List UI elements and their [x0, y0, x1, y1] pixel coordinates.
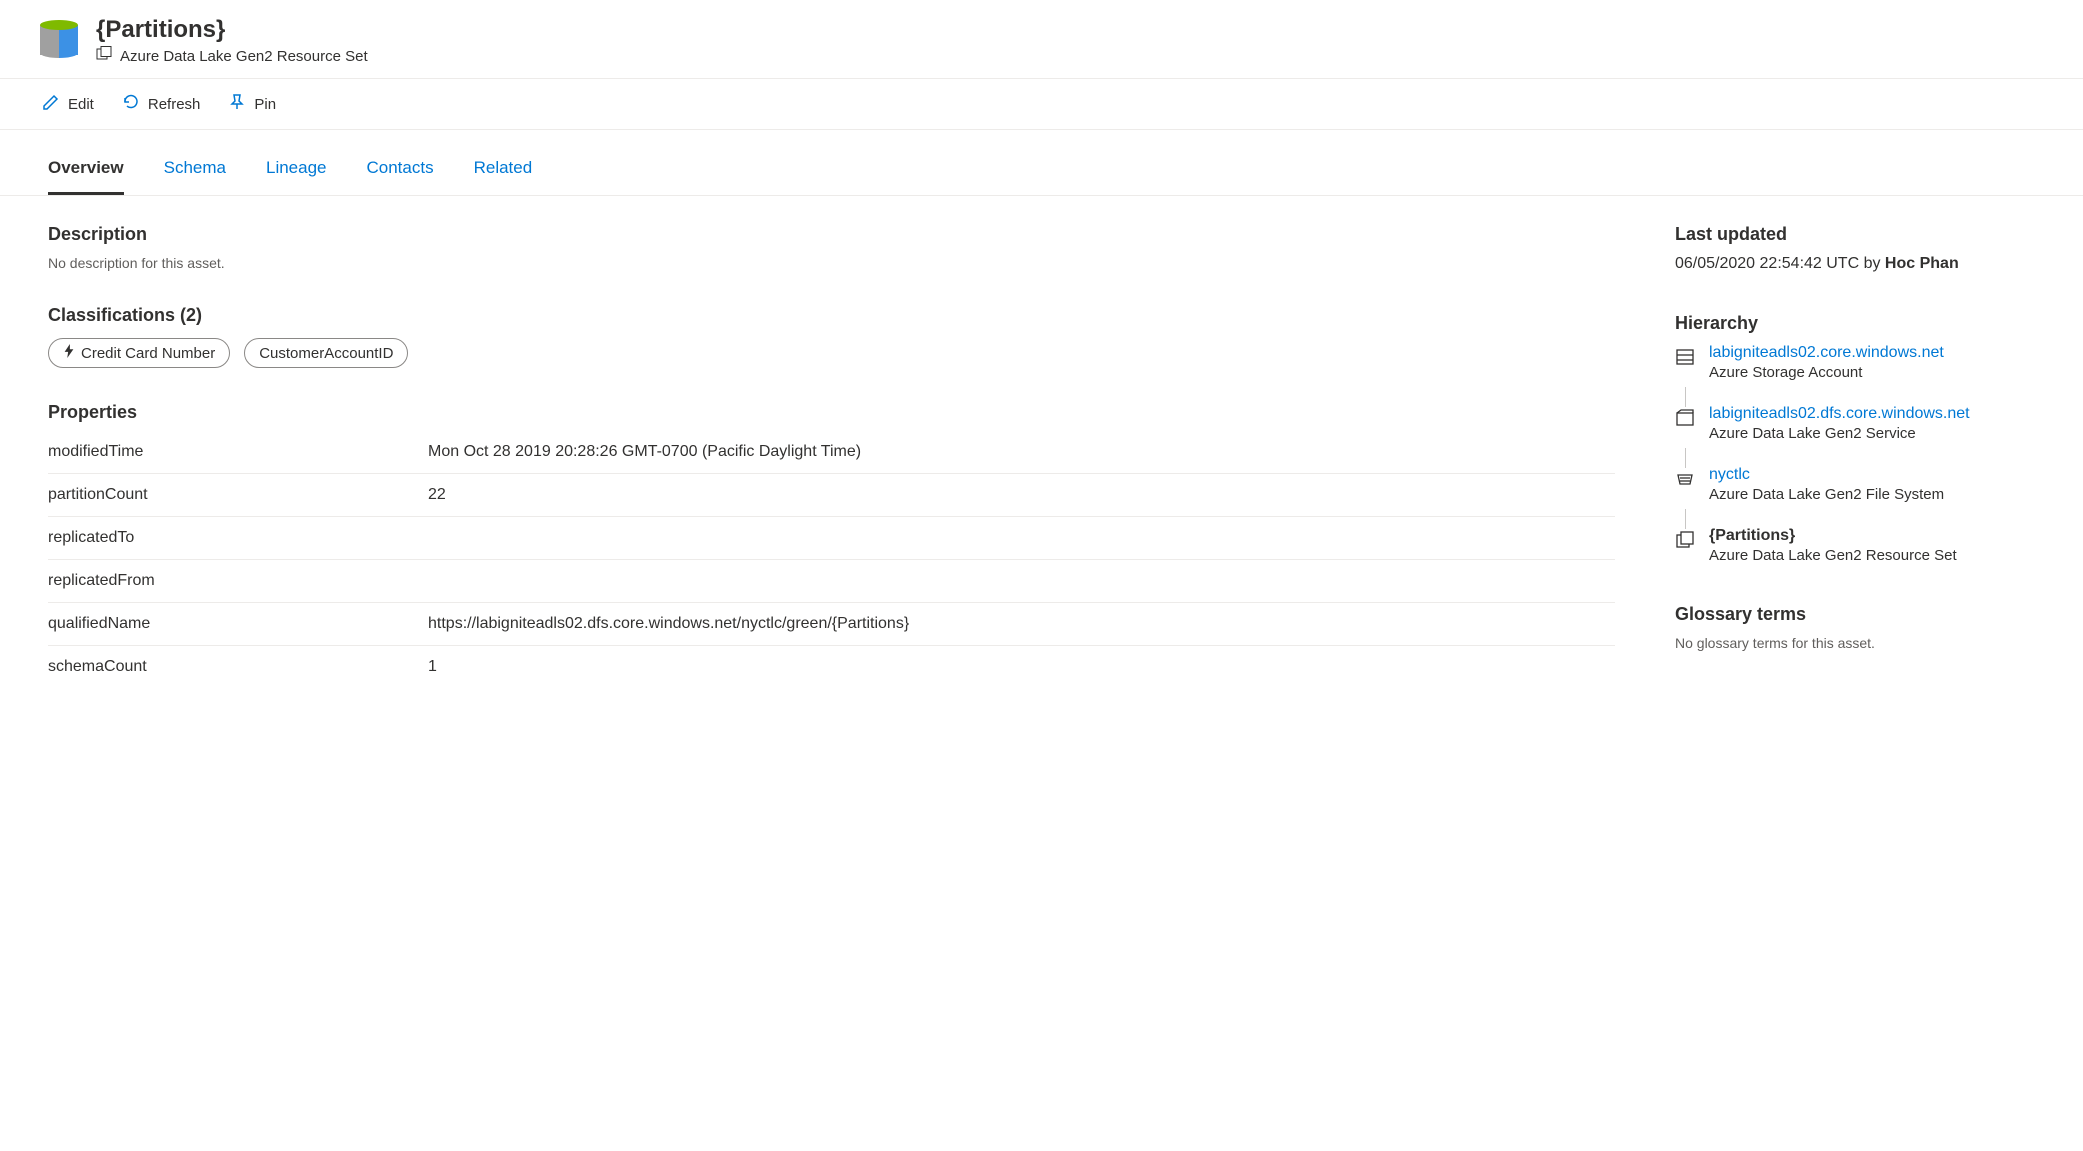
property-value: 22	[428, 486, 446, 504]
glossary-empty-text: No glossary terms for this asset.	[1675, 635, 2035, 651]
tab-related[interactable]: Related	[474, 152, 533, 195]
last-updated-section: Last updated 06/05/2020 22:54:42 UTC by …	[1675, 224, 2035, 273]
hierarchy-item: labigniteadls02.dfs.core.windows.net Azu…	[1675, 405, 2035, 442]
property-row: partitionCount 22	[48, 474, 1615, 517]
classifications-heading: Classifications (2)	[48, 305, 1615, 326]
refresh-label: Refresh	[148, 96, 201, 113]
pin-button[interactable]: Pin	[226, 89, 278, 119]
service-icon	[1675, 408, 1695, 428]
last-updated-timestamp: 06/05/2020 22:54:42 UTC by	[1675, 255, 1885, 272]
glossary-heading: Glossary terms	[1675, 604, 2035, 625]
hierarchy-item: nyctlc Azure Data Lake Gen2 File System	[1675, 466, 2035, 503]
description-empty-text: No description for this asset.	[48, 255, 1615, 271]
tab-schema[interactable]: Schema	[164, 152, 226, 195]
edit-button[interactable]: Edit	[40, 89, 96, 119]
property-key: replicatedTo	[48, 529, 428, 547]
property-key: modifiedTime	[48, 443, 428, 461]
hierarchy-type: Azure Storage Account	[1709, 364, 1944, 381]
page-title: {Partitions}	[96, 16, 368, 44]
tab-bar: Overview Schema Lineage Contacts Related	[0, 130, 2083, 196]
description-section: Description No description for this asse…	[48, 224, 1615, 271]
property-value: https://labigniteadls02.dfs.core.windows…	[428, 615, 909, 633]
last-updated-heading: Last updated	[1675, 224, 2035, 245]
property-key: schemaCount	[48, 658, 428, 676]
property-row: qualifiedName https://labigniteadls02.df…	[48, 603, 1615, 646]
resource-set-icon	[96, 46, 112, 66]
hierarchy-item: {Partitions} Azure Data Lake Gen2 Resour…	[1675, 527, 2035, 564]
property-key: replicatedFrom	[48, 572, 428, 590]
filesystem-icon	[1675, 469, 1695, 489]
hierarchy-connector	[1675, 509, 1695, 529]
pin-icon	[228, 93, 246, 115]
hierarchy-connector	[1675, 448, 1695, 468]
asset-subtitle: Azure Data Lake Gen2 Resource Set	[120, 48, 368, 65]
hierarchy-link[interactable]: nyctlc	[1709, 466, 1944, 484]
hierarchy-section: Hierarchy labigniteadls02.core.windows.n…	[1675, 313, 2035, 564]
hierarchy-link[interactable]: labigniteadls02.core.windows.net	[1709, 344, 1944, 362]
property-key: qualifiedName	[48, 615, 428, 633]
hierarchy-connector	[1675, 387, 1695, 407]
refresh-button[interactable]: Refresh	[120, 89, 203, 119]
classification-chip-label: Credit Card Number	[81, 345, 215, 362]
refresh-icon	[122, 93, 140, 115]
last-updated-value: 06/05/2020 22:54:42 UTC by Hoc Phan	[1675, 255, 2035, 273]
property-key: partitionCount	[48, 486, 428, 504]
property-row: modifiedTime Mon Oct 28 2019 20:28:26 GM…	[48, 431, 1615, 474]
properties-heading: Properties	[48, 402, 1615, 423]
classification-chip-label: CustomerAccountID	[259, 345, 393, 362]
tab-contacts[interactable]: Contacts	[367, 152, 434, 195]
property-row: replicatedFrom	[48, 560, 1615, 603]
asset-header: {Partitions} Azure Data Lake Gen2 Resour…	[0, 0, 2083, 79]
hierarchy-current: {Partitions}	[1709, 527, 1957, 545]
classifications-section: Classifications (2) Credit Card Number C…	[48, 305, 1615, 368]
glossary-section: Glossary terms No glossary terms for thi…	[1675, 604, 2035, 651]
toolbar: Edit Refresh Pin	[0, 79, 2083, 130]
resource-set-icon	[1675, 530, 1695, 550]
lightning-icon	[63, 344, 75, 362]
property-row: schemaCount 1	[48, 646, 1615, 688]
tab-lineage[interactable]: Lineage	[266, 152, 327, 195]
hierarchy-item: labigniteadls02.core.windows.net Azure S…	[1675, 344, 2035, 381]
property-row: replicatedTo	[48, 517, 1615, 560]
property-value: Mon Oct 28 2019 20:28:26 GMT-0700 (Pacif…	[428, 443, 861, 461]
tab-overview[interactable]: Overview	[48, 152, 124, 195]
edit-label: Edit	[68, 96, 94, 113]
pin-label: Pin	[254, 96, 276, 113]
pencil-icon	[42, 93, 60, 115]
hierarchy-type: Azure Data Lake Gen2 Resource Set	[1709, 547, 1957, 564]
classification-chip[interactable]: CustomerAccountID	[244, 338, 408, 368]
hierarchy-link[interactable]: labigniteadls02.dfs.core.windows.net	[1709, 405, 1970, 423]
property-value: 1	[428, 658, 437, 676]
hierarchy-heading: Hierarchy	[1675, 313, 2035, 334]
description-heading: Description	[48, 224, 1615, 245]
hierarchy-type: Azure Data Lake Gen2 File System	[1709, 486, 1944, 503]
last-updated-author: Hoc Phan	[1885, 255, 1959, 272]
asset-type-icon	[40, 20, 78, 58]
classification-chip[interactable]: Credit Card Number	[48, 338, 230, 368]
storage-account-icon	[1675, 347, 1695, 367]
hierarchy-type: Azure Data Lake Gen2 Service	[1709, 425, 1970, 442]
properties-section: Properties modifiedTime Mon Oct 28 2019 …	[48, 402, 1615, 688]
